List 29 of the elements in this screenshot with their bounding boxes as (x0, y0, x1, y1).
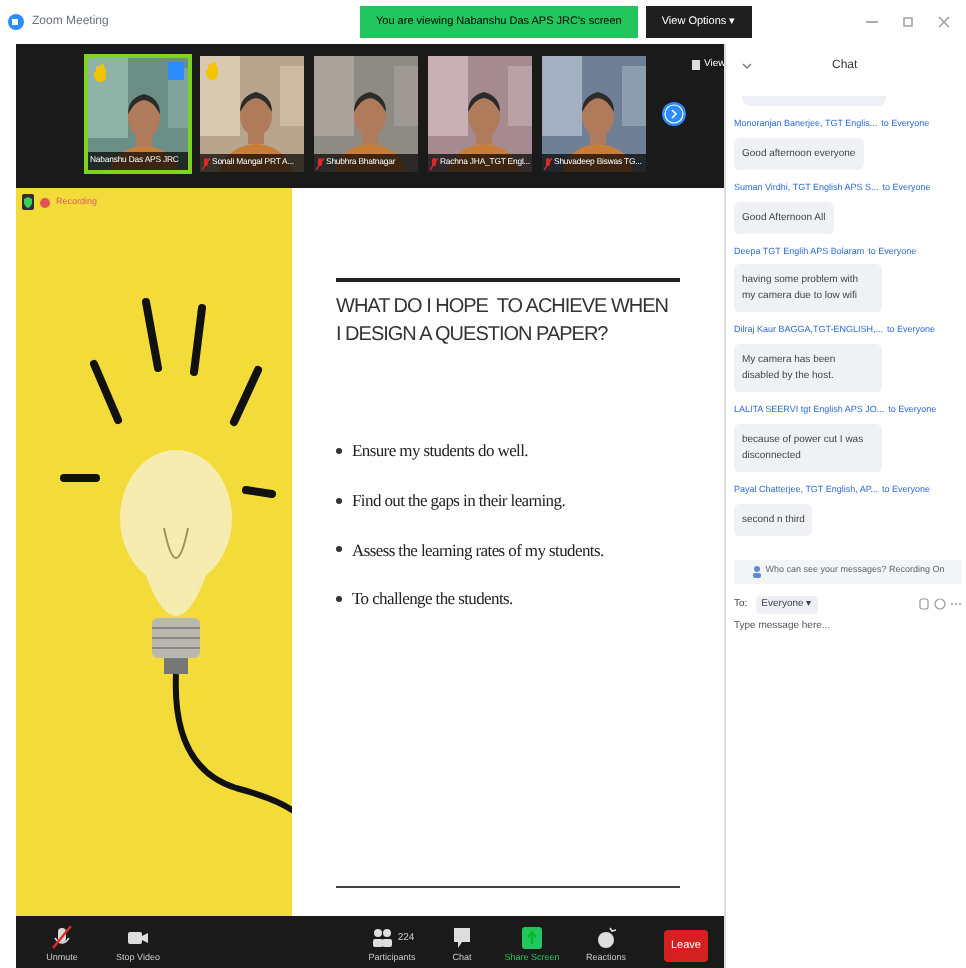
restore-icon[interactable] (902, 16, 914, 28)
slide-title: I DESIGN A QUESTION PAPER? (336, 322, 610, 350)
raised-hand-icon (94, 64, 108, 82)
muted-mic-icon (544, 157, 552, 169)
bullet-text: Assess the learning rates of my students. (352, 537, 604, 563)
speech-bubble-icon (450, 926, 474, 951)
recording-dot-icon (40, 197, 50, 207)
bullet-text: Find out the gaps in their learning. (352, 487, 566, 513)
muted-mic-icon (430, 157, 438, 169)
bullet-text: To challenge the students. (352, 586, 513, 612)
bullet-icon (336, 447, 342, 454)
muted-mic-icon (316, 157, 324, 169)
next-page-icon[interactable] (662, 102, 686, 126)
share-screen-icon (520, 926, 544, 951)
security-shield-icon (22, 194, 34, 210)
slide-title: WHAT DO I HOPE TO ACHIEVE WHEN (336, 294, 671, 322)
bullet-icon (336, 596, 342, 603)
close-icon[interactable] (938, 16, 950, 28)
person-icon (751, 565, 762, 577)
collapse-caret-icon[interactable] (742, 62, 752, 70)
grid-icon (692, 60, 700, 70)
bullet-text: Ensure my students do well. (352, 438, 528, 464)
minimize-icon[interactable] (866, 16, 878, 28)
people-icon (369, 926, 394, 951)
app-logo-icon (8, 14, 24, 30)
raised-hand-icon (206, 62, 220, 80)
muted-mic-icon (202, 157, 210, 169)
bullet-icon (336, 497, 342, 504)
bullet-icon (336, 546, 342, 553)
